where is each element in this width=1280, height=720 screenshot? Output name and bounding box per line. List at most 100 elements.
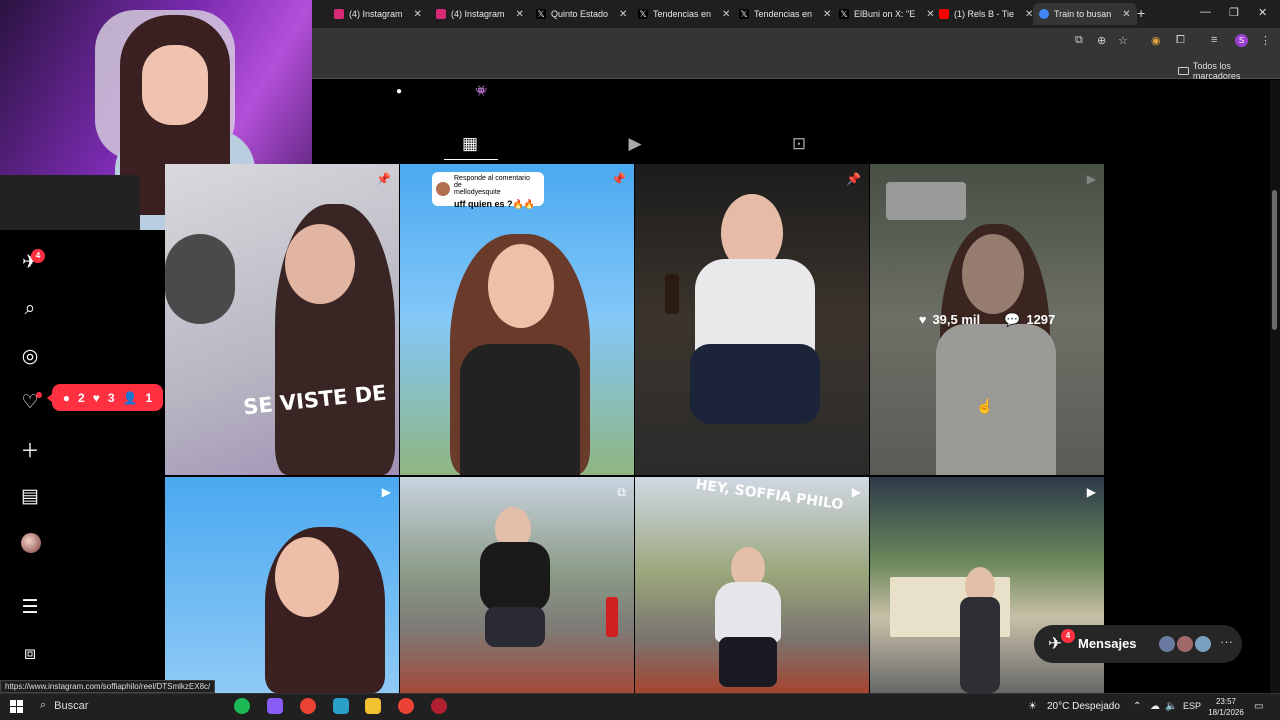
post-tile[interactable]: 📌 (635, 164, 869, 475)
pin-icon: 📌 (846, 172, 861, 186)
search-icon[interactable]: ⌕ (18, 297, 42, 321)
app-icon[interactable] (267, 698, 283, 714)
profile-avatar-nav[interactable] (21, 533, 41, 553)
clock-time: 23:57 (1215, 697, 1237, 706)
pin-icon: 📌 (611, 172, 626, 186)
language-indicator[interactable]: ESP (1183, 701, 1201, 711)
notification-center-icon[interactable]: ▭ (1254, 701, 1263, 712)
tray-chevron-icon[interactable]: ⌃ (1133, 701, 1141, 712)
reels-icon[interactable]: ▶ (623, 134, 647, 158)
close-icon[interactable]: ✕ (619, 9, 627, 20)
browser-tab[interactable]: (4) Instagram ✕ (328, 3, 428, 25)
reel-icon: ▶ (851, 485, 861, 499)
reply-comment-card: Responde al comentario de mellodyesquite… (432, 172, 544, 209)
browser-tab[interactable]: 𝕏 Quinto Estado ✕ (530, 3, 633, 25)
close-icon[interactable]: ✕ (823, 9, 831, 20)
page-scrollbar[interactable] (1270, 80, 1280, 693)
chrome-icon[interactable] (300, 698, 316, 714)
spotify-icon[interactable] (234, 698, 250, 714)
restore-icon[interactable]: ❐ (1229, 6, 1239, 19)
bookmark-star-icon[interactable]: ☆ (1118, 34, 1128, 47)
weather-text[interactable]: 20°C Despejado (1047, 701, 1120, 712)
x-logo-icon: 𝕏 (739, 9, 749, 19)
tile-caption: HEY, SOFFIA PHILO (694, 477, 845, 514)
cursor-hand-icon: ☝ (976, 398, 994, 414)
browser-tab-active[interactable]: Train to busan ✕ (1033, 3, 1137, 25)
messages-badge: 4 (31, 249, 45, 263)
thermos (606, 597, 618, 637)
close-icon[interactable]: ✕ (1122, 9, 1130, 20)
tab-title: (4) Instagram (451, 9, 505, 19)
close-icon[interactable]: ✕ (414, 9, 422, 20)
post-tile[interactable]: ⧉ (400, 477, 634, 693)
taskbar-search-label: Buscar (54, 699, 89, 712)
explore-icon[interactable]: ◎ (18, 344, 42, 368)
extension-icon[interactable]: ◉ (1151, 34, 1161, 47)
browser-tab[interactable]: (1) Rels B - Tie ✕ (933, 3, 1039, 25)
comments-stat: 💬 1297 (1004, 311, 1056, 327)
tab-title: Tendencias en (653, 9, 712, 19)
media-control-icon[interactable]: ≡ (1211, 34, 1217, 46)
clock[interactable]: 23:57 18/1/2026 (1204, 696, 1248, 718)
browser-tab[interactable]: 𝕏 ElBuni on X: "E ✕ (833, 3, 941, 25)
tagged-icon[interactable]: ⊡ (787, 134, 811, 158)
dashboard-icon[interactable]: ▤ (18, 484, 42, 508)
obs-icon[interactable] (431, 698, 447, 714)
new-tab-icon[interactable]: + (1137, 5, 1145, 21)
notification-dot (36, 392, 42, 398)
microphone (165, 234, 235, 324)
x-logo-icon: 𝕏 (536, 9, 546, 19)
zoom-icon[interactable]: ⊕ (1097, 34, 1106, 47)
minimize-icon[interactable]: — (1200, 6, 1211, 18)
also-from-meta-icon[interactable]: ⧈ (18, 642, 42, 666)
reel-icon: ▶ (1086, 485, 1096, 499)
window-close-icon[interactable]: ✕ (1258, 6, 1267, 19)
close-icon[interactable]: ✕ (722, 9, 730, 20)
post-tile[interactable]: ▶ (165, 477, 399, 693)
chrome-icon[interactable] (398, 698, 414, 714)
taskbar-search[interactable]: ⌕ Buscar (40, 699, 88, 712)
person-icon: 👤 (122, 390, 138, 405)
post-tile[interactable]: Responde al comentario de mellodyesquite… (400, 164, 634, 475)
browser-tab[interactable]: 𝕏 Tendencias en ✕ (733, 3, 837, 25)
clock-date: 18/1/2026 (1208, 708, 1244, 717)
windows-start-icon[interactable] (10, 700, 23, 713)
more-icon: ··· (1220, 634, 1233, 649)
profile-avatar[interactable]: S (1235, 34, 1248, 47)
posts-grid-icon[interactable]: ▦ (458, 134, 482, 158)
google-icon (1039, 9, 1049, 19)
post-stats-overlay: ♥ 39,5 mil 💬 1297 (870, 164, 1104, 475)
browser-tab[interactable]: (4) Instagram ✕ (430, 3, 530, 25)
browser-tab[interactable]: 𝕏 Tendencias en ✕ (632, 3, 736, 25)
close-icon[interactable]: ✕ (516, 9, 524, 20)
more-menu-icon[interactable]: ☰ (18, 595, 42, 619)
pin-icon: 📌 (376, 172, 391, 186)
file-explorer-icon[interactable] (365, 698, 381, 714)
like-count: 3 (107, 390, 115, 405)
volume-icon[interactable]: 🔈 (1165, 701, 1177, 712)
status-url: https://www.instagram.com/soffiaphilo/re… (0, 680, 216, 693)
install-app-icon[interactable]: ⧉ (1075, 34, 1083, 47)
pin-icon: ● (396, 86, 403, 97)
app-icon[interactable] (333, 698, 349, 714)
network-icon[interactable]: ☁ (1150, 701, 1160, 712)
tab-title: Quinto Estado (551, 9, 609, 19)
scrollbar-thumb[interactable] (1272, 190, 1277, 330)
youtube-icon (939, 9, 949, 19)
post-tile-hovered[interactable]: ▶ ♥ 39,5 mil 💬 1297 ☝ (870, 164, 1104, 475)
create-plus-icon[interactable]: ＋ (18, 437, 42, 462)
post-tile[interactable]: SE VISTE DE 📌 (165, 164, 399, 475)
bookmarks-label: Todos los marcadores (1192, 61, 1241, 81)
extensions-puzzle-icon[interactable]: ⧠ (1176, 34, 1185, 47)
x-logo-icon: 𝕏 (638, 9, 648, 19)
tab-title: (1) Rels B - Tie (954, 9, 1015, 19)
messages-button[interactable]: ✈ 4 Mensajes ··· (1034, 625, 1242, 663)
instagram-icon (334, 9, 344, 19)
notifications-popup[interactable]: ● 2 ♥ 3 👤 1 (47, 384, 163, 411)
screen: (4) Instagram ✕ (4) Instagram ✕ 𝕏 Quinto… (0, 0, 1280, 720)
all-bookmarks-button[interactable]: Todos los marcadores (1178, 61, 1280, 81)
active-tab-indicator (444, 159, 498, 160)
post-tile[interactable]: HEY, SOFFIA PHILO ▶ (635, 477, 869, 693)
folder-icon (1178, 67, 1189, 75)
menu-kebab-icon[interactable]: ⋮ (1260, 34, 1271, 47)
